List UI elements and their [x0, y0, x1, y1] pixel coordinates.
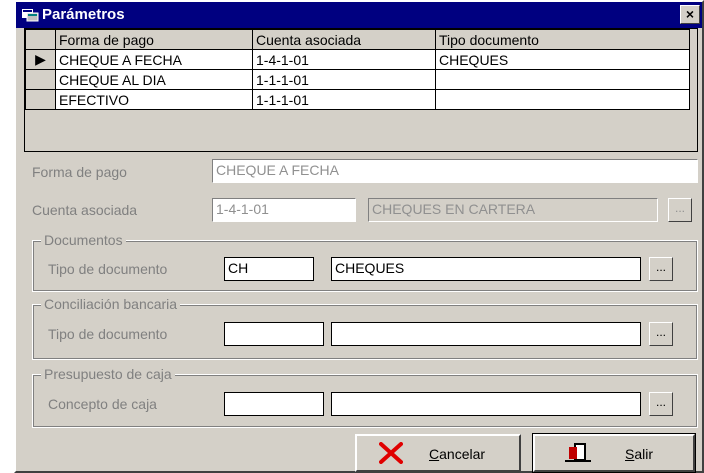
cell-tipo[interactable]: CHEQUES — [435, 49, 690, 70]
cell-forma-pago[interactable]: CHEQUE AL DIA — [55, 69, 253, 90]
conciliacion-lookup-button[interactable]: ... — [649, 322, 673, 346]
concepto-caja-label: Concepto de caja — [48, 396, 157, 412]
conciliacion-group-title: Conciliación bancaria — [41, 296, 181, 312]
column-header-forma-pago[interactable]: Forma de pago — [55, 29, 253, 50]
cell-cuenta[interactable]: 1-4-1-01 — [252, 49, 436, 70]
documentos-lookup-button[interactable]: ... — [649, 257, 673, 281]
exit-button[interactable]: Salir — [532, 433, 696, 473]
cell-cuenta[interactable]: 1-1-1-01 — [252, 69, 436, 90]
door-exit-icon — [565, 443, 591, 462]
close-icon: × — [685, 6, 695, 22]
concepto-lookup-button[interactable]: ... — [649, 392, 673, 416]
payment-methods-grid[interactable]: Forma de pago Cuenta asociada Tipo docum… — [24, 28, 698, 152]
grid-header-row: Forma de pago Cuenta asociada Tipo docum… — [25, 29, 690, 50]
documentos-group-title: Documentos — [41, 232, 126, 248]
documentos-description-field[interactable]: CHEQUES — [331, 257, 641, 281]
documentos-code-field[interactable]: CH — [224, 257, 314, 281]
cell-cuenta[interactable]: 1-1-1-01 — [252, 89, 436, 110]
concepto-code-field[interactable] — [224, 392, 324, 416]
grid-corner-cell — [25, 29, 56, 50]
conciliacion-tipo-label: Tipo de documento — [48, 326, 168, 342]
cancel-button-label: Cancelar — [429, 446, 486, 462]
cancel-button[interactable]: Cancelar — [355, 434, 521, 472]
table-row[interactable]: ▶ CHEQUE A FECHA 1-4-1-01 CHEQUES — [25, 49, 690, 70]
forma-pago-label: Forma de pago — [32, 164, 127, 180]
cell-tipo[interactable] — [435, 89, 690, 110]
presupuesto-group-title: Presupuesto de caja — [41, 366, 175, 382]
cell-forma-pago[interactable]: EFECTIVO — [55, 89, 253, 110]
exit-button-label: Salir — [625, 446, 654, 462]
title-bar[interactable]: Parámetros × — [16, 2, 702, 28]
column-header-cuenta[interactable]: Cuenta asociada — [252, 29, 436, 50]
cuenta-asociada-label: Cuenta asociada — [32, 202, 138, 218]
row-indicator-icon — [25, 69, 56, 90]
cell-forma-pago[interactable]: CHEQUE A FECHA — [55, 49, 253, 70]
window-app-icon — [22, 9, 39, 22]
concepto-description-field[interactable] — [331, 392, 641, 416]
documentos-tipo-label: Tipo de documento — [48, 261, 168, 277]
conciliacion-code-field[interactable] — [224, 322, 324, 346]
cuenta-code-field[interactable]: 1-4-1-01 — [212, 198, 356, 222]
window-title: Parámetros — [42, 6, 125, 23]
row-indicator-icon — [25, 89, 56, 110]
forma-pago-field[interactable]: CHEQUE A FECHA — [212, 159, 698, 183]
cuenta-description-field[interactable]: CHEQUES EN CARTERA — [368, 198, 658, 222]
red-x-icon — [379, 442, 403, 464]
column-header-tipo-documento[interactable]: Tipo documento — [435, 29, 690, 50]
parametros-dialog: Parámetros × Forma de pago Cuenta asocia… — [14, 0, 704, 473]
close-button[interactable]: × — [680, 5, 700, 24]
row-indicator-icon: ▶ — [25, 49, 56, 70]
table-row[interactable]: EFECTIVO 1-1-1-01 — [25, 89, 690, 110]
conciliacion-description-field[interactable] — [331, 322, 641, 346]
cuenta-lookup-button[interactable]: ... — [668, 198, 692, 222]
table-row[interactable]: CHEQUE AL DIA 1-1-1-01 — [25, 69, 690, 90]
cell-tipo[interactable] — [435, 69, 690, 90]
